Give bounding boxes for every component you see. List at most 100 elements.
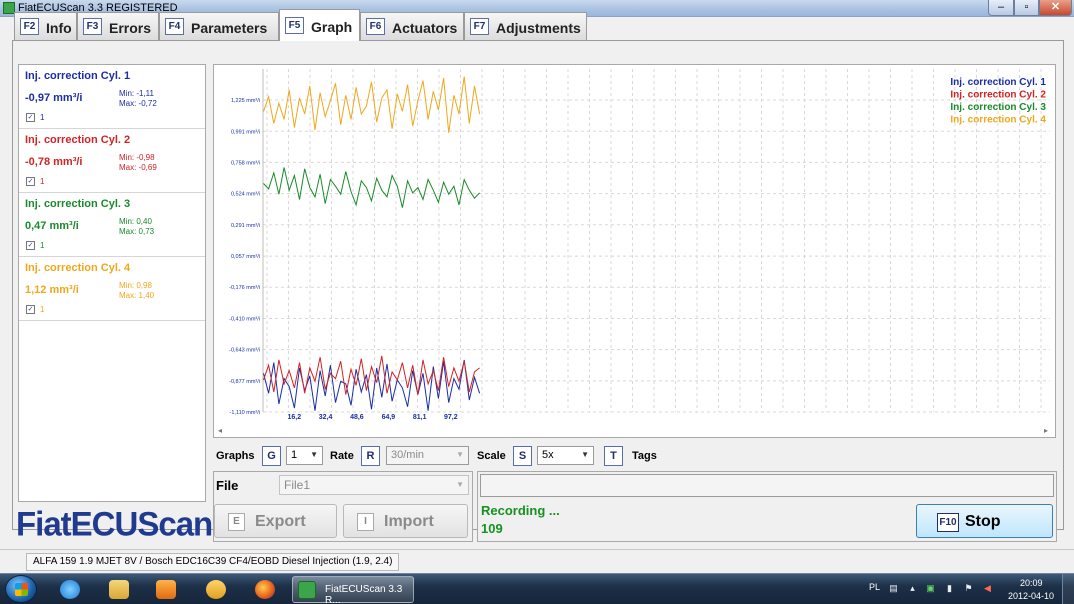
chevron-down-icon: ▼ [456, 480, 464, 489]
scale-select-value: 5x [542, 449, 554, 461]
import-key: I [357, 513, 374, 531]
parameter-value: -0,97 mm³/i [25, 92, 83, 104]
graphs-select[interactable]: 1 ▼ [286, 446, 323, 465]
parameter-checkbox-label: 1 [40, 113, 45, 122]
tab-key: F2 [20, 18, 39, 35]
parameter-card-cyl-1[interactable]: Inj. correction Cyl. 1 -0,97 mm³/i Min: … [19, 65, 205, 129]
media-player-icon [156, 580, 176, 599]
close-button[interactable]: ✕ [1039, 0, 1072, 16]
show-desktop-button[interactable] [1062, 574, 1074, 604]
x-tick-label: 16,2 [287, 414, 301, 421]
taskbar-explorer[interactable] [101, 577, 137, 602]
export-button[interactable]: E Export [214, 504, 337, 538]
stop-label: Stop [965, 513, 1001, 530]
parameter-card-cyl-3[interactable]: Inj. correction Cyl. 3 0,47 mm³/i Min: 0… [19, 193, 205, 257]
parameter-name: Inj. correction Cyl. 1 [25, 70, 131, 82]
volume-icon[interactable]: ◀ [982, 583, 993, 594]
taskbar-app[interactable] [198, 577, 234, 602]
parameter-max: Max: -0,72 [119, 99, 157, 108]
tab-adjustments[interactable]: F7 Adjustments [464, 12, 587, 40]
line-chart: 1,225 mm³/i 0,991 mm³/i 0,758 mm³/i 0,524 m… [229, 69, 1050, 421]
tags-label[interactable]: Tags [632, 450, 657, 462]
tab-graph[interactable]: F5 Graph [279, 9, 360, 41]
taskbar-fiatecuscan[interactable]: FiatECUScan 3.3 R... [292, 576, 414, 604]
parameter-max: Max: 1,40 [119, 291, 155, 300]
rate-select[interactable]: 30/min ▼ [386, 446, 469, 465]
legend-entry: Inj. correction Cyl. 2 [950, 90, 1046, 101]
rate-select-value: 30/min [391, 449, 425, 461]
parameter-value: -0,78 mm³/i [25, 156, 83, 168]
clock-date[interactable]: 2012-04-10 [1008, 591, 1054, 601]
legend-entry: Inj. correction Cyl. 4 [950, 115, 1046, 126]
tab-key: F4 [165, 18, 184, 35]
taskbar-ie[interactable] [52, 577, 88, 602]
tab-label: Adjustments [496, 20, 581, 36]
firefox-icon [255, 580, 275, 599]
chevron-down-icon: ▼ [456, 450, 464, 459]
maximize-button[interactable]: ▫ [1014, 0, 1039, 16]
y-tick-label: 0,524 mm³/i [231, 192, 260, 198]
y-tick-label: -1,110 mm³/i [230, 410, 260, 416]
parameter-value: 1,12 mm³/i [25, 284, 79, 296]
graphs-key: G [262, 446, 281, 466]
tray-expand-icon[interactable]: ▴ [907, 583, 918, 594]
start-button[interactable] [5, 575, 37, 603]
vehicle-info: ALFA 159 1.9 MJET 8V / Bosch EDC16C39 CF… [26, 553, 400, 571]
y-tick-label: 0,057 mm³/i [231, 254, 260, 260]
y-tick-label: -0,643 mm³/i [229, 348, 260, 354]
taskbar-firefox[interactable] [247, 577, 283, 602]
flag-icon[interactable]: ⚑ [963, 583, 974, 594]
tab-label: Graph [311, 19, 353, 35]
parameter-checkbox[interactable]: ✓ [26, 305, 35, 314]
stop-button[interactable]: F10 Stop [916, 504, 1053, 538]
y-tick-label: -0,877 mm³/i [229, 379, 260, 385]
scroll-left-icon[interactable]: ◂ [218, 426, 222, 435]
parameter-value: 0,47 mm³/i [25, 220, 79, 232]
network-icon[interactable]: ▣ [925, 583, 936, 594]
file-select-value: File1 [284, 478, 311, 492]
series-line-cyl-4 [263, 76, 481, 133]
taskbar-media[interactable] [148, 577, 184, 602]
keyboard-icon[interactable]: ▤ [888, 583, 899, 594]
tab-actuators[interactable]: F6 Actuators [360, 12, 464, 40]
import-button[interactable]: I Import [343, 504, 468, 538]
tab-label: Info [46, 20, 72, 36]
rate-key: R [361, 446, 380, 466]
scale-label: Scale [477, 450, 506, 462]
x-tick-label: 48,6 [350, 414, 364, 421]
parameter-checkbox[interactable]: ✓ [26, 113, 35, 122]
graph-area: 1,225 mm³/i 0,991 mm³/i 0,758 mm³/i 0,524 m… [213, 64, 1056, 438]
tab-key: F7 [470, 18, 489, 35]
tags-key[interactable]: T [604, 446, 623, 466]
graphs-select-value: 1 [291, 449, 298, 461]
parameter-name: Inj. correction Cyl. 2 [25, 134, 131, 146]
file-label: File [216, 478, 239, 493]
parameter-checkbox[interactable]: ✓ [26, 241, 35, 250]
language-indicator[interactable]: PL [869, 582, 880, 592]
parameter-list: Inj. correction Cyl. 1 -0,97 mm³/i Min: … [18, 64, 206, 502]
parameter-max: Max: -0,69 [119, 163, 157, 172]
parameter-checkbox-label: 1 [40, 241, 45, 250]
x-tick-label: 97,2 [444, 414, 458, 421]
app-icon [206, 580, 226, 599]
tab-info[interactable]: F2 Info [14, 12, 77, 40]
tab-errors[interactable]: F3 Errors [77, 12, 159, 40]
internet-explorer-icon [60, 580, 80, 599]
parameter-checkbox-label: 1 [40, 305, 45, 314]
y-tick-label: -0,176 mm³/i [229, 285, 260, 291]
x-tick-label: 64,9 [382, 414, 396, 421]
recording-status: Recording ... [481, 503, 560, 518]
tab-key: F6 [366, 18, 385, 35]
y-tick-label: 0,291 mm³/i [231, 223, 260, 229]
parameter-card-cyl-4[interactable]: Inj. correction Cyl. 4 1,12 mm³/i Min: 0… [19, 257, 205, 321]
file-select[interactable]: File1 ▼ [279, 475, 469, 495]
parameter-card-cyl-2[interactable]: Inj. correction Cyl. 2 -0,78 mm³/i Min: … [19, 129, 205, 193]
scroll-right-icon[interactable]: ▸ [1044, 426, 1048, 435]
clock-time[interactable]: 20:09 [1020, 578, 1043, 588]
battery-icon[interactable]: ▮ [944, 583, 955, 594]
parameter-checkbox[interactable]: ✓ [26, 177, 35, 186]
scale-select[interactable]: 5x ▼ [537, 446, 594, 465]
y-tick-label: 1,225 mm³/i [231, 98, 260, 104]
minimize-button[interactable]: – [988, 0, 1014, 16]
tab-parameters[interactable]: F4 Parameters [159, 12, 279, 40]
